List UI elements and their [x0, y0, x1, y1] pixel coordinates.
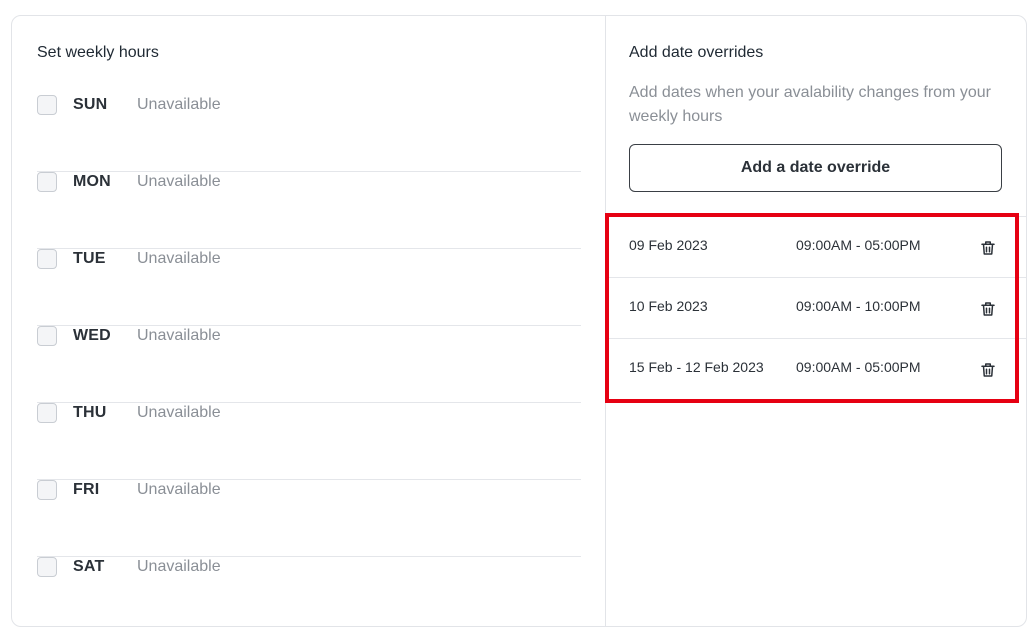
- day-checkbox-sun[interactable]: [37, 95, 57, 115]
- day-row-mon: MON Unavailable: [37, 172, 581, 249]
- day-status-sun: Unavailable: [137, 96, 221, 113]
- day-name-sat: SAT: [73, 558, 105, 575]
- override-row: 15 Feb - 12 Feb 2023 09:00AM - 05:00PM: [606, 339, 1026, 400]
- day-checkbox-tue[interactable]: [37, 249, 57, 269]
- day-status-mon: Unavailable: [137, 173, 221, 190]
- day-name-wed: WED: [73, 327, 111, 344]
- day-status-tue: Unavailable: [137, 250, 221, 267]
- override-time: 09:00AM - 05:00PM: [796, 237, 921, 253]
- day-checkbox-sat[interactable]: [37, 557, 57, 577]
- availability-card: Set weekly hours SUN Unavailable MON Una…: [11, 15, 1027, 627]
- day-checkbox-thu[interactable]: [37, 403, 57, 423]
- day-row-thu: THU Unavailable: [37, 403, 581, 480]
- day-status-thu: Unavailable: [137, 404, 221, 421]
- date-overrides-description: Add dates when your avalability changes …: [629, 84, 991, 125]
- day-status-sat: Unavailable: [137, 558, 221, 575]
- day-row-fri: FRI Unavailable: [37, 480, 581, 557]
- add-date-override-button[interactable]: Add a date override: [629, 144, 1002, 192]
- override-row: 10 Feb 2023 09:00AM - 10:00PM: [606, 278, 1026, 339]
- trash-icon[interactable]: [979, 239, 997, 257]
- weekly-hours-title: Set weekly hours: [37, 44, 159, 61]
- day-name-tue: TUE: [73, 250, 106, 267]
- override-row: 09 Feb 2023 09:00AM - 05:00PM: [606, 217, 1026, 278]
- override-time: 09:00AM - 10:00PM: [796, 298, 921, 314]
- day-name-thu: THU: [73, 404, 107, 421]
- weekly-hours-panel: Set weekly hours SUN Unavailable MON Una…: [12, 16, 605, 626]
- date-overrides-title: Add date overrides: [629, 44, 764, 61]
- trash-icon[interactable]: [979, 300, 997, 318]
- override-date: 15 Feb - 12 Feb 2023: [629, 359, 764, 375]
- date-overrides-list: 09 Feb 2023 09:00AM - 05:00PM 10 Feb 202…: [606, 216, 1026, 400]
- day-row-sat: SAT Unavailable: [37, 557, 581, 597]
- day-name-fri: FRI: [73, 481, 100, 498]
- day-row-sun: SUN Unavailable: [37, 95, 581, 172]
- day-status-fri: Unavailable: [137, 481, 221, 498]
- day-name-mon: MON: [73, 173, 111, 190]
- day-row-wed: WED Unavailable: [37, 326, 581, 403]
- override-date: 10 Feb 2023: [629, 298, 708, 314]
- day-checkbox-mon[interactable]: [37, 172, 57, 192]
- override-time: 09:00AM - 05:00PM: [796, 359, 921, 375]
- override-date: 09 Feb 2023: [629, 237, 708, 253]
- day-row-tue: TUE Unavailable: [37, 249, 581, 326]
- day-checkbox-fri[interactable]: [37, 480, 57, 500]
- date-overrides-panel: Add date overrides Add dates when your a…: [606, 16, 1026, 626]
- day-name-sun: SUN: [73, 96, 108, 113]
- trash-icon[interactable]: [979, 361, 997, 379]
- day-status-wed: Unavailable: [137, 327, 221, 344]
- day-checkbox-wed[interactable]: [37, 326, 57, 346]
